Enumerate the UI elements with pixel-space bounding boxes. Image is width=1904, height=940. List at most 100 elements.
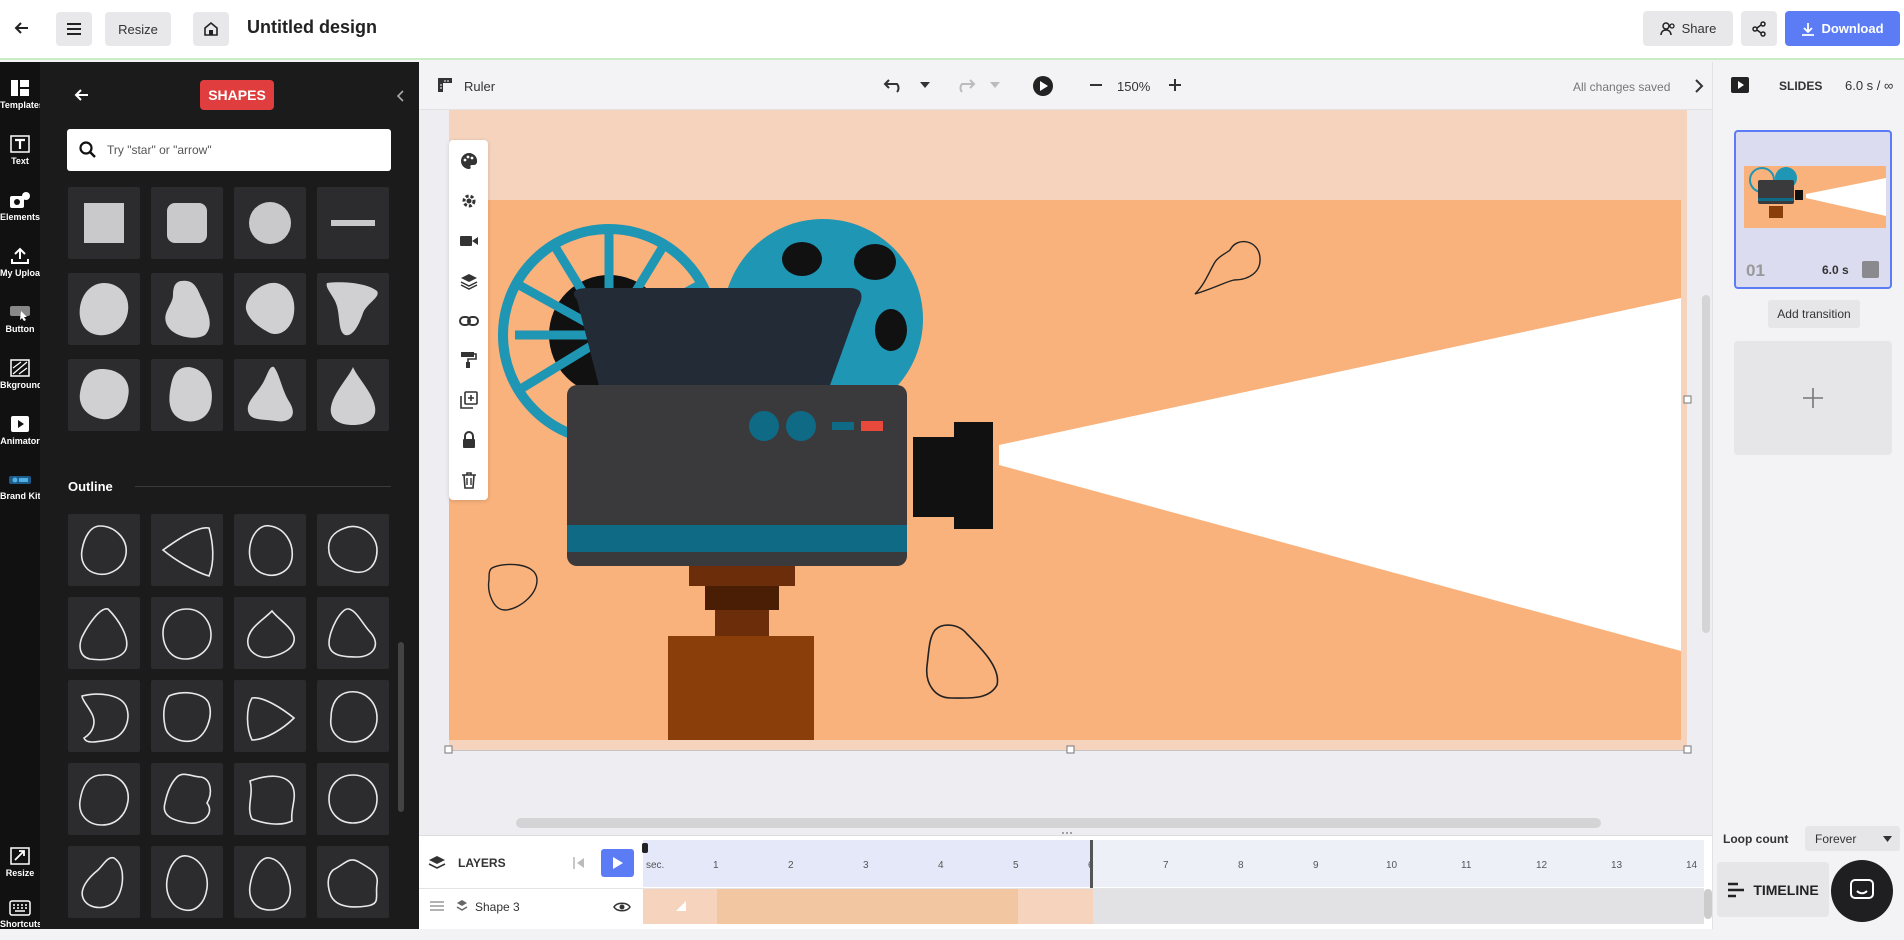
outline-tile[interactable]: [151, 514, 223, 586]
loop-count-select[interactable]: Forever: [1805, 826, 1900, 851]
rail-resize[interactable]: Resize: [0, 836, 40, 888]
shape-tile-blob[interactable]: [151, 359, 223, 431]
outline-tile[interactable]: [68, 597, 140, 669]
outline-tile[interactable]: [151, 597, 223, 669]
add-transition-button[interactable]: Add transition: [1768, 300, 1860, 328]
undo-history-chevron-icon[interactable]: [920, 82, 930, 88]
panel-back-icon[interactable]: [70, 83, 94, 107]
zoom-in-icon[interactable]: [1168, 78, 1182, 92]
outline-tile[interactable]: [68, 514, 140, 586]
shape-tile-square[interactable]: [68, 187, 140, 259]
outline-tile[interactable]: [317, 514, 389, 586]
rail-button[interactable]: Button: [0, 292, 40, 344]
collapse-panel-icon[interactable]: [390, 86, 410, 106]
eye-icon[interactable]: [613, 901, 631, 913]
link-icon[interactable]: [456, 308, 481, 333]
layers-icon[interactable]: [456, 268, 481, 293]
palette-icon[interactable]: [456, 148, 481, 173]
slide-options-icon[interactable]: [1862, 261, 1879, 278]
shape-tile-circle[interactable]: [234, 187, 306, 259]
rail-background[interactable]: Bkground: [0, 348, 40, 400]
shape-tile-line[interactable]: [317, 187, 389, 259]
rewind-icon[interactable]: [572, 856, 586, 870]
design-canvas[interactable]: [419, 110, 1712, 835]
shape-tile-blob[interactable]: [68, 273, 140, 345]
outline-tile[interactable]: [234, 846, 306, 918]
vertical-scrollbar[interactable]: [1702, 295, 1710, 633]
timeline-resize-handle[interactable]: [1062, 831, 1072, 835]
expand-right-icon[interactable]: [1694, 79, 1704, 93]
shape-tile-blob[interactable]: [68, 359, 140, 431]
outline-tile[interactable]: [234, 514, 306, 586]
lock-icon[interactable]: [456, 427, 481, 452]
design-title[interactable]: Untitled design: [247, 17, 377, 38]
rail-brand-kit[interactable]: Brand Kit: [0, 460, 40, 512]
shape-tile-rounded-square[interactable]: [151, 187, 223, 259]
ruler-label[interactable]: Ruler: [464, 79, 495, 94]
resize-button[interactable]: Resize: [105, 12, 171, 46]
outline-tile[interactable]: [151, 680, 223, 752]
share-link-button[interactable]: [1741, 11, 1777, 46]
outline-tile[interactable]: [317, 597, 389, 669]
outline-tile[interactable]: [317, 846, 389, 918]
download-button[interactable]: Download: [1785, 11, 1900, 46]
shape-tile-blob[interactable]: [234, 273, 306, 345]
rail-elements[interactable]: Elements: [0, 180, 40, 232]
zoom-out-icon[interactable]: [1089, 78, 1103, 92]
tick-label: 3: [863, 860, 869, 871]
menu-button[interactable]: [56, 12, 92, 46]
drag-handle-icon[interactable]: [430, 901, 444, 911]
panel-scrollbar[interactable]: [398, 642, 404, 812]
timeline-play-button[interactable]: [601, 849, 634, 877]
undo-icon[interactable]: [883, 77, 905, 93]
editor-toolbar: [419, 62, 1712, 110]
rail-text[interactable]: Text: [0, 124, 40, 176]
zoom-level[interactable]: 150%: [1117, 79, 1150, 94]
shape-tile-blob[interactable]: [151, 273, 223, 345]
timeline-vertical-scrollbar[interactable]: [1704, 889, 1712, 919]
playhead[interactable]: [642, 843, 648, 853]
outline-tile[interactable]: [234, 597, 306, 669]
play-preview-icon[interactable]: [1032, 75, 1054, 97]
shape-tile-blob[interactable]: [317, 273, 389, 345]
video-icon[interactable]: [456, 228, 481, 253]
outline-tile[interactable]: [317, 763, 389, 835]
outline-tile[interactable]: [151, 846, 223, 918]
home-button[interactable]: [193, 12, 229, 46]
shape-tile-blob[interactable]: [234, 359, 306, 431]
paint-roller-icon[interactable]: [456, 347, 481, 372]
outline-tile[interactable]: [234, 763, 306, 835]
tick-label: 13: [1611, 860, 1623, 871]
rail-uploads[interactable]: My Uploads: [0, 236, 40, 288]
horizontal-scrollbar[interactable]: [516, 818, 1601, 828]
add-slide-button[interactable]: [1734, 341, 1892, 455]
settings-icon[interactable]: [456, 188, 481, 213]
redo-icon[interactable]: [954, 77, 976, 93]
chat-support-icon[interactable]: [1831, 860, 1893, 922]
share-button[interactable]: Share: [1643, 11, 1733, 46]
outline-tile[interactable]: [68, 680, 140, 752]
layer-name[interactable]: Shape 3: [475, 900, 520, 914]
trash-icon[interactable]: [456, 467, 481, 492]
rail-templates[interactable]: Templates: [0, 68, 40, 120]
rail-label: Brand Kit: [0, 490, 40, 501]
rail-animator[interactable]: Animator: [0, 404, 40, 456]
duplicate-icon[interactable]: [456, 387, 481, 412]
redo-history-chevron-icon[interactable]: [990, 82, 1000, 88]
outline-tile[interactable]: [234, 680, 306, 752]
back-arrow-icon[interactable]: [8, 14, 36, 42]
outline-tile[interactable]: [68, 763, 140, 835]
slides-icon: [1730, 76, 1750, 94]
outline-tile[interactable]: [151, 763, 223, 835]
tick-label: 14: [1686, 860, 1698, 871]
keyboard-icon: [9, 899, 31, 916]
outline-tile[interactable]: [317, 680, 389, 752]
ruler-icon[interactable]: [436, 76, 454, 94]
shape-tile-drop[interactable]: [317, 359, 389, 431]
clip-out-animation[interactable]: [1018, 889, 1093, 924]
rail-label: Shortcuts: [0, 918, 40, 929]
outline-tile[interactable]: [68, 846, 140, 918]
shape-search-input[interactable]: [107, 143, 367, 157]
timeline-button[interactable]: TIMELINE: [1717, 862, 1829, 917]
rail-shortcuts[interactable]: Shortcuts: [0, 888, 40, 940]
